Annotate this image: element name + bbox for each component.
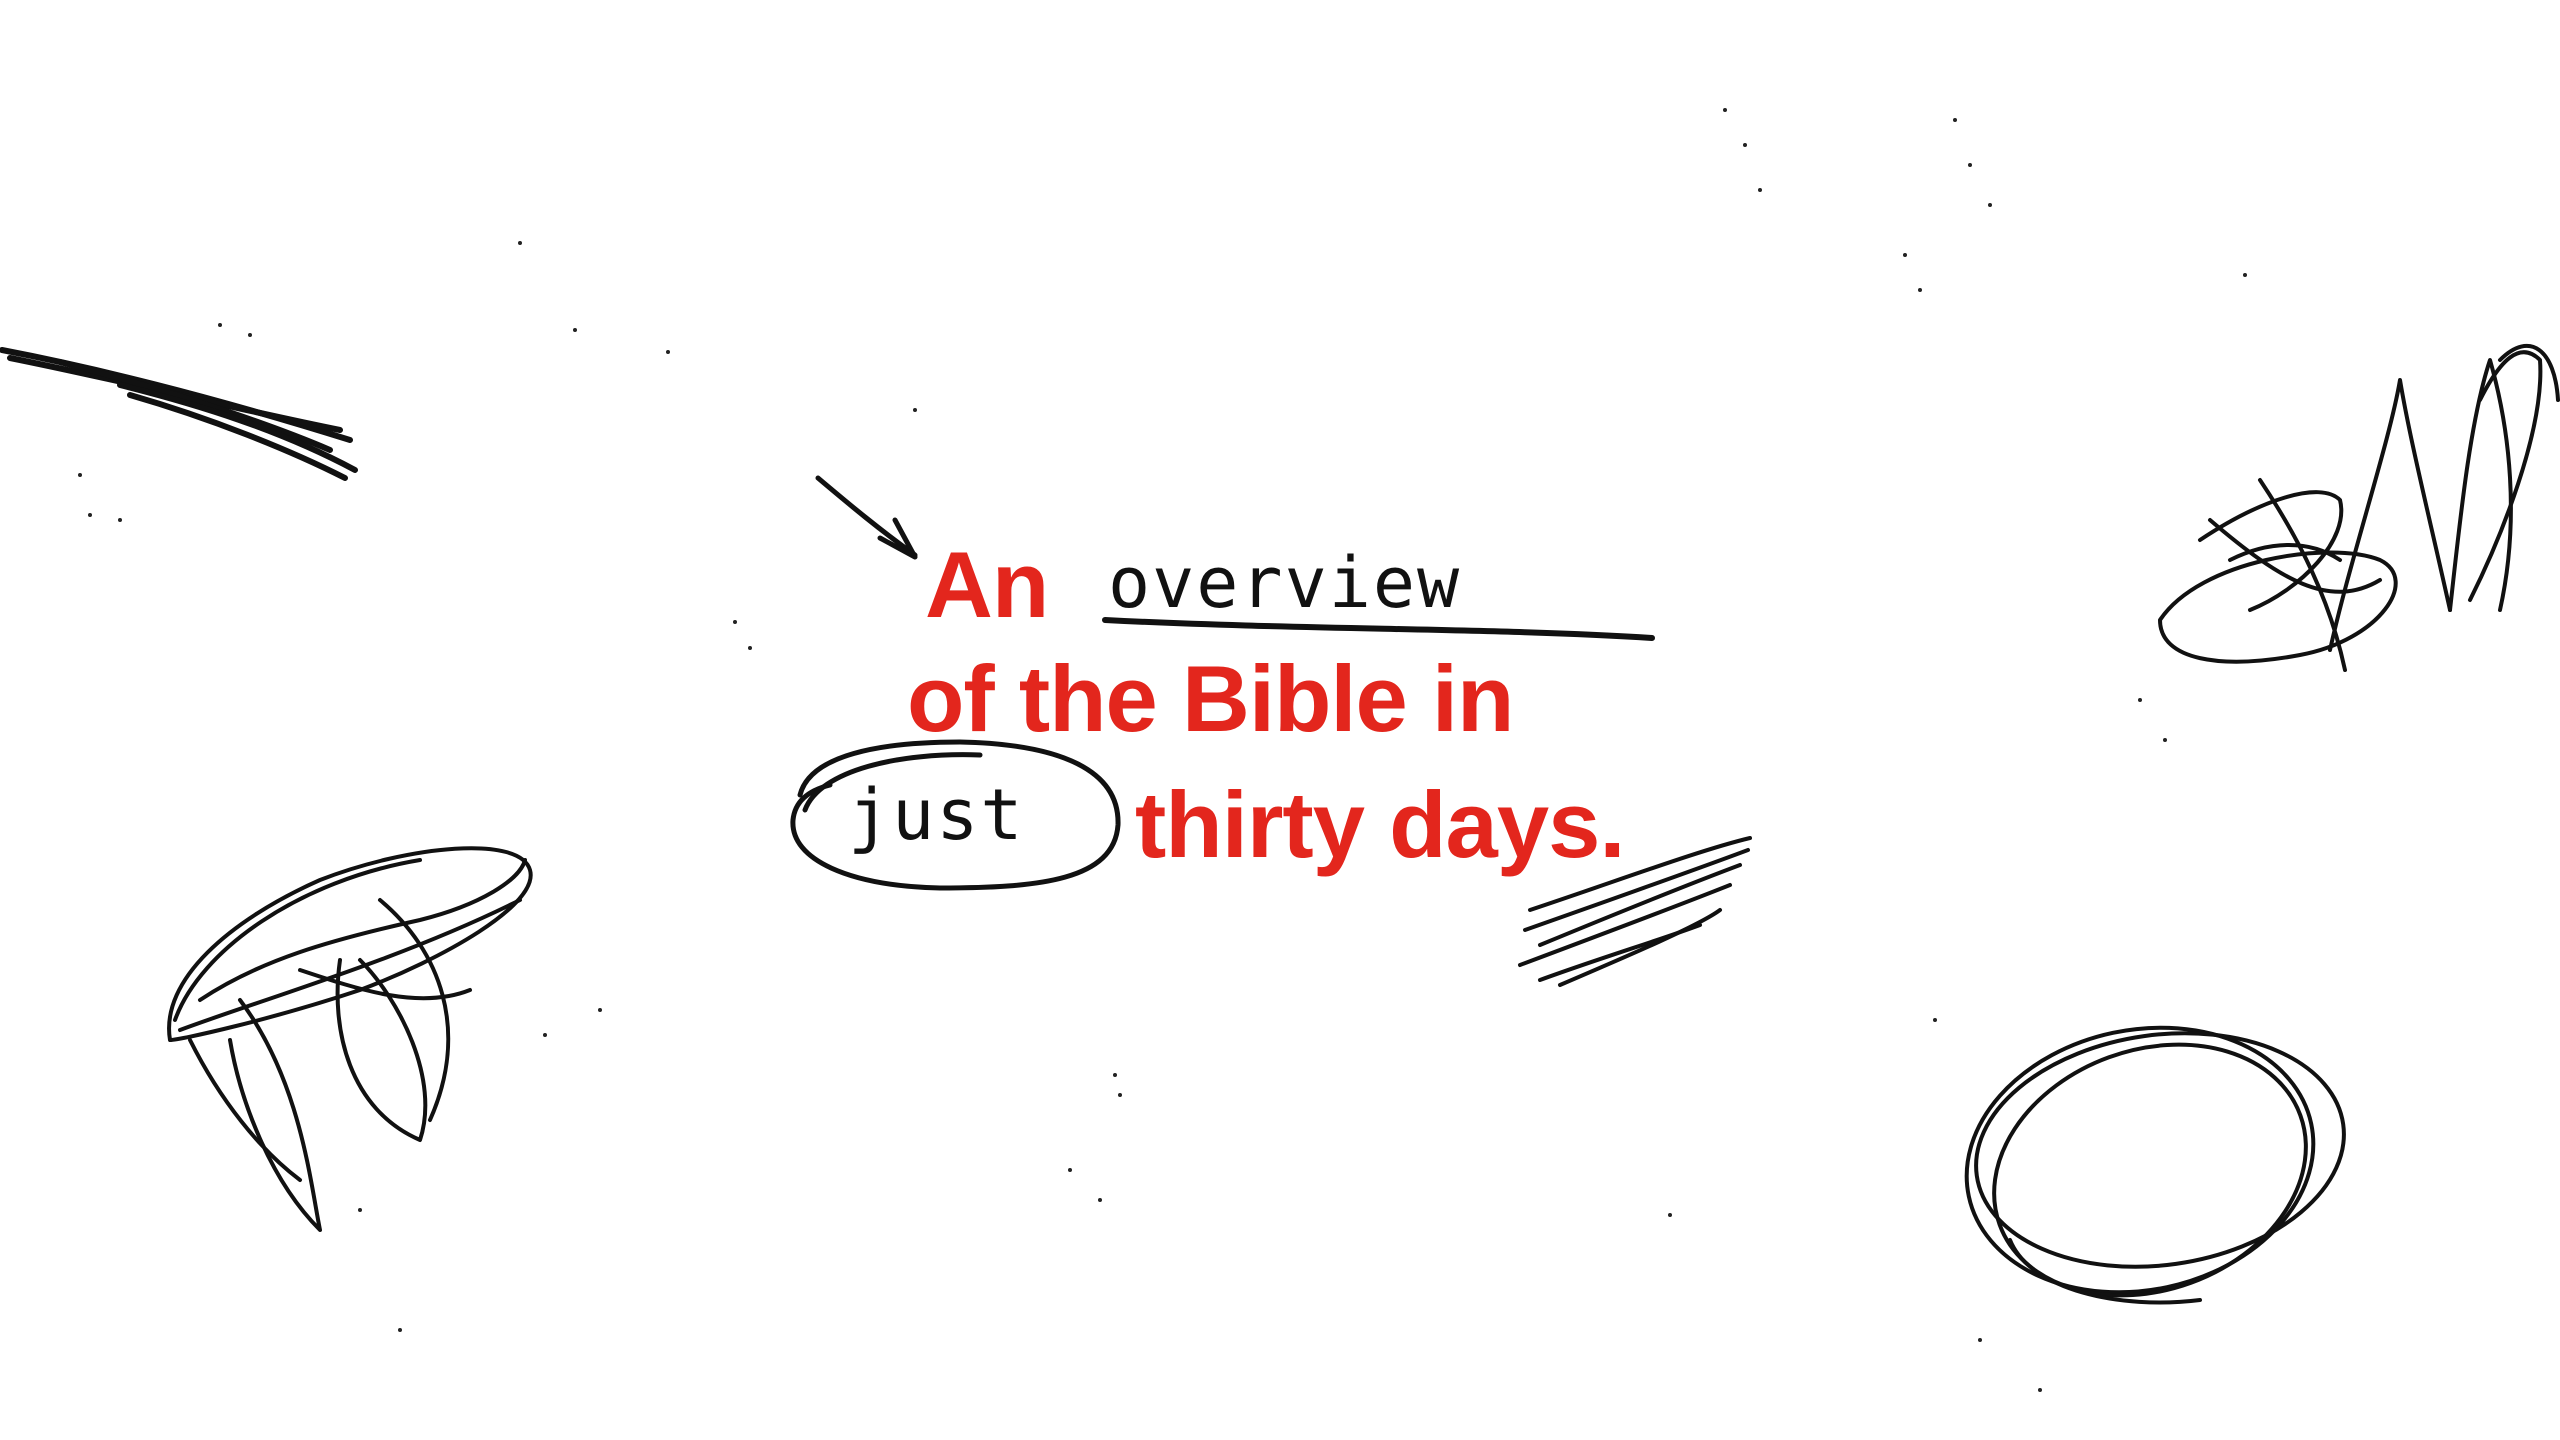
arrow-icon <box>815 475 918 560</box>
left-tangle-scribble <box>167 846 533 1232</box>
decorative-scribbles <box>0 108 2560 1392</box>
right-loop-scribble <box>2158 343 2560 672</box>
underline-stroke <box>1102 617 1655 641</box>
circle-stroke <box>790 739 1121 891</box>
oval-scribble <box>1964 1025 2346 1305</box>
hatch-scribble <box>1518 836 1752 987</box>
speckles <box>78 108 2247 1392</box>
top-left-scribble <box>0 347 358 481</box>
